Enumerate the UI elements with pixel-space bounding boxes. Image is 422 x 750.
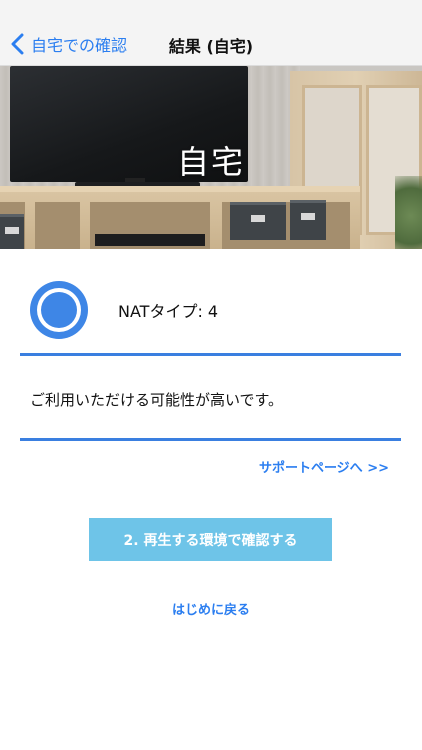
check-playback-environment-button-label: 2. 再生する環境で確認する — [123, 532, 298, 549]
navigation-bar: 自宅での確認 結果 (自宅) — [0, 0, 422, 66]
result-message: ご利用いただける可能性が高いです。 — [30, 391, 284, 409]
nat-type-text: NATタイプ: 4 — [118, 302, 219, 321]
support-page-link[interactable]: サポートページへ >> — [259, 457, 389, 476]
divider-top — [20, 353, 401, 356]
ring-status-icon — [30, 281, 88, 339]
page-title-text: 結果 (自宅) — [168, 37, 254, 56]
check-playback-environment-button[interactable]: 2. 再生する環境で確認する — [89, 518, 332, 561]
back-to-start-link[interactable]: はじめに戻る — [0, 599, 422, 618]
hero-cabinet-slot — [35, 202, 80, 249]
hero-storage-box — [230, 202, 286, 240]
hero-storage-box — [290, 200, 326, 240]
hero-device — [95, 234, 205, 246]
hero-image: 自宅 — [0, 66, 422, 249]
hero-storage-box — [0, 214, 24, 249]
hero-label: 自宅 — [176, 143, 245, 181]
divider-bottom — [20, 438, 401, 441]
nat-result-row: NATタイプ: 4 — [30, 281, 400, 339]
page-title: 結果 (自宅) — [0, 33, 422, 57]
hero-plant — [395, 176, 422, 249]
ring-status-icon-dot — [41, 292, 77, 328]
